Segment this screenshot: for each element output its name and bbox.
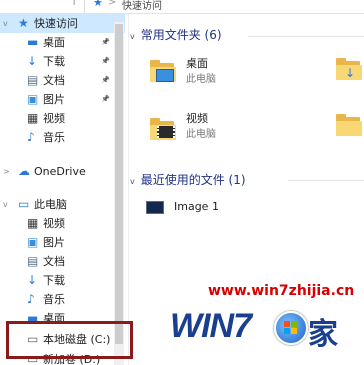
download-icon: ↓ xyxy=(27,273,38,287)
sidebar-item-label: 快速访问 xyxy=(34,17,78,30)
recent-file-row[interactable]: Image 1 xyxy=(144,198,344,216)
document-icon: ▤ xyxy=(27,73,39,87)
sidebar-item-quick-access[interactable]: v ★ 快速访问 xyxy=(0,14,125,33)
folder-location: 此电脑 xyxy=(186,74,216,85)
nav-scrollbar-thumb[interactable] xyxy=(115,24,123,344)
sidebar-item-label: 桌面 xyxy=(43,36,65,49)
sidebar-item-label: OneDrive xyxy=(34,165,86,178)
music-icon: ♪ xyxy=(27,292,35,306)
sidebar-item-label: 图片 xyxy=(43,93,65,106)
sidebar-item-documents[interactable]: ▤ 文档 📌 xyxy=(0,71,125,90)
sidebar-item-pictures[interactable]: ▣ 图片 📌 xyxy=(0,90,125,109)
sidebar-item-label: 图片 xyxy=(43,236,65,249)
chevron-down-icon[interactable]: v xyxy=(130,177,135,186)
sidebar-item-pc-music[interactable]: ♪ 音乐 xyxy=(0,290,125,309)
folder-tile-downloads[interactable]: ↓ xyxy=(334,58,364,94)
nav-scrollbar[interactable] xyxy=(114,22,124,365)
divider xyxy=(248,36,364,37)
chevron-down-icon[interactable]: v xyxy=(3,14,8,33)
sidebar-item-label: 文档 xyxy=(43,255,65,268)
frequent-folders-title: 常用文件夹 (6) xyxy=(140,28,222,42)
desktop-icon xyxy=(156,69,174,82)
sidebar-item-pc-videos[interactable]: ▦ 视频 xyxy=(0,214,125,233)
watermark-logo-text: WIN7 xyxy=(170,307,252,345)
computer-icon: ▭ xyxy=(18,197,30,211)
divider xyxy=(288,180,364,181)
breadcrumb-star-icon: ★ xyxy=(93,0,103,9)
download-icon: ↓ xyxy=(27,54,38,68)
pin-icon: 📌 xyxy=(101,76,110,84)
chevron-down-icon[interactable]: v xyxy=(130,32,135,41)
sidebar-item-label: 视频 xyxy=(43,217,65,230)
folder-title: 视频 xyxy=(186,112,208,125)
sidebar-item-label: 音乐 xyxy=(43,293,65,306)
up-arrow-icon[interactable]: ↑ xyxy=(70,0,78,8)
desktop-icon: ▬ xyxy=(27,311,39,325)
sidebar-item-music[interactable]: ♪ 音乐 xyxy=(0,128,125,147)
desktop-icon: ▬ xyxy=(27,35,39,49)
document-icon: ▤ xyxy=(27,254,39,268)
folder-icon xyxy=(336,114,362,136)
sidebar-item-pc-documents[interactable]: ▤ 文档 xyxy=(0,252,125,271)
folder-title: 桌面 xyxy=(186,57,208,70)
folder-icon: ↓ xyxy=(336,58,362,80)
chevron-down-icon[interactable]: v xyxy=(3,195,8,214)
chevron-right-icon[interactable]: > xyxy=(3,162,10,181)
pin-icon: 📌 xyxy=(101,38,110,46)
navigation-pane: v ★ 快速访问 ▬ 桌面 📌 ↓ 下载 📌 ▤ 文档 📌 ▣ 图片 📌 ▦ 视频 ♪ 音乐 > ☁ OneDrive v ▭… xyxy=(0,14,129,365)
cloud-icon: ☁ xyxy=(18,164,30,178)
frequent-folders-header[interactable]: v 常用文件夹 (6) xyxy=(130,26,222,44)
video-icon: ▦ xyxy=(27,216,39,230)
music-icon: ♪ xyxy=(27,130,35,144)
folder-tile-videos[interactable]: 视频 此电脑 xyxy=(148,106,258,150)
recent-files-title: 最近使用的文件 (1) xyxy=(140,173,246,187)
pin-icon: 📌 xyxy=(101,95,110,103)
recent-files-header[interactable]: v 最近使用的文件 (1) xyxy=(130,171,246,189)
divider xyxy=(84,0,85,13)
watermark-logo: WIN7 家 xyxy=(168,303,354,353)
picture-icon: ▣ xyxy=(27,92,39,106)
sidebar-item-this-pc[interactable]: v ▭ 此电脑 xyxy=(0,195,125,214)
breadcrumb-separator: > xyxy=(108,0,117,8)
download-arrow-icon: ↓ xyxy=(345,66,356,80)
address-bar[interactable]: ↑ ★ > 快速访问 xyxy=(0,0,364,14)
watermark-logo-suffix: 家 xyxy=(308,317,338,352)
sidebar-item-label: 此电脑 xyxy=(34,198,67,211)
star-icon: ★ xyxy=(18,16,29,30)
sidebar-item-onedrive[interactable]: > ☁ OneDrive xyxy=(0,162,125,181)
watermark-url: www.win7zhijia.cn xyxy=(208,283,355,299)
folder-icon xyxy=(150,60,176,82)
pin-icon: 📌 xyxy=(101,57,110,65)
sidebar-item-label: 下载 xyxy=(43,274,65,287)
film-icon xyxy=(157,126,175,138)
sidebar-item-label: 视频 xyxy=(43,112,65,125)
image-file-icon xyxy=(146,201,164,214)
folder-tile-desktop[interactable]: 桌面 此电脑 xyxy=(148,52,258,92)
folder-icon xyxy=(150,118,176,140)
video-icon: ▦ xyxy=(27,111,39,125)
sidebar-item-videos[interactable]: ▦ 视频 xyxy=(0,109,125,128)
sidebar-item-label: 下载 xyxy=(43,55,65,68)
folder-tile-partial[interactable] xyxy=(334,114,364,150)
sidebar-item-downloads[interactable]: ↓ 下载 📌 xyxy=(0,52,125,71)
picture-icon: ▣ xyxy=(27,235,39,249)
sidebar-item-label: 音乐 xyxy=(43,131,65,144)
highlight-box xyxy=(6,321,133,359)
sidebar-item-label: 文档 xyxy=(43,74,65,87)
sidebar-item-desktop[interactable]: ▬ 桌面 📌 xyxy=(0,33,125,52)
sidebar-item-pc-pictures[interactable]: ▣ 图片 xyxy=(0,233,125,252)
recent-file-name: Image 1 xyxy=(174,200,219,213)
breadcrumb-location[interactable]: 快速访问 xyxy=(122,0,162,12)
folder-location: 此电脑 xyxy=(186,129,216,140)
windows-logo-icon xyxy=(274,311,308,345)
sidebar-item-pc-downloads[interactable]: ↓ 下载 xyxy=(0,271,125,290)
